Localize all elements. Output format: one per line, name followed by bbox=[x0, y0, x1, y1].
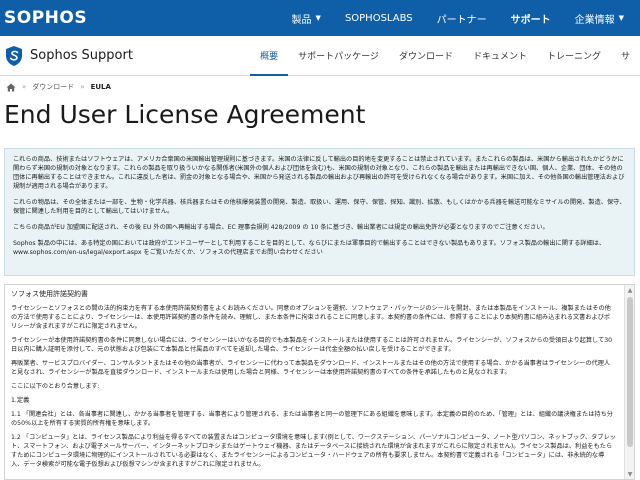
scroll-down-arrow-icon[interactable]: ▼ bbox=[626, 471, 634, 479]
tab-support-packages[interactable]: サポートパッケージ bbox=[288, 36, 389, 76]
nav-partners-label: パートナー bbox=[436, 14, 487, 26]
notice-paragraph: こちらの商品がEU 加盟国に配送され、その後 EU 外の国へ再輸出する場合、EC… bbox=[13, 224, 549, 231]
nav-company-label: 企業情報 bbox=[574, 14, 615, 26]
agreement-paragraph: 1.定義 bbox=[11, 397, 30, 404]
nav-products[interactable]: 製品 ▼ bbox=[280, 0, 333, 36]
top-navigation-bar: SOPHOS 製品 ▼ SOPHOSLABS パートナー サポート 企業情報 ▼ bbox=[0, 0, 640, 36]
agreement-paragraph: ライセンシーとソフォスとの間の法的拘束力を有する本使用許諾契約書をよくお読みくだ… bbox=[11, 305, 611, 330]
tab-training[interactable]: トレーニング bbox=[537, 36, 611, 76]
notice-paragraph: これらの商品、技術またはソフトウェアは、アメリカ合衆国の米国輸出管理規則に基づき… bbox=[13, 156, 625, 190]
breadcrumb-separator: » bbox=[22, 83, 27, 91]
tab-downloads[interactable]: ダウンロード bbox=[389, 36, 463, 76]
top-nav: 製品 ▼ SOPHOSLABS パートナー サポート 企業情報 ▼ bbox=[280, 0, 636, 36]
agreement-paragraph: 1.2 「コンピュータ」とは、ライセンス製品により利益を得るすべての装置またはコ… bbox=[11, 434, 616, 468]
breadcrumb-downloads[interactable]: ダウンロード bbox=[32, 82, 74, 92]
support-title[interactable]: Sophos Support bbox=[30, 48, 133, 63]
agreement-paragraph: 再販業者、サービスプロバイダー、コンサルタントまたはその他の当事者が、ライセンシ… bbox=[11, 360, 611, 376]
chevron-down-icon: ▼ bbox=[315, 14, 321, 22]
support-subnav: 概要 サポートパッケージ ダウンロード ドキュメント トレーニング サ bbox=[250, 36, 640, 76]
agreement-paragraph: ライセンシーが本使用許諾契約書の条件に同意しない場合には、ライセンシーはいかなる… bbox=[11, 337, 613, 353]
nav-support[interactable]: サポート bbox=[499, 0, 563, 36]
sophos-logo[interactable]: SOPHOS bbox=[4, 8, 87, 28]
breadcrumb: » ダウンロード » EULA bbox=[6, 80, 111, 94]
tab-overview[interactable]: 概要 bbox=[250, 36, 289, 76]
notice-paragraph: これらの物品は、その全体または一部を、生物・化学兵器、核兵器またはその他核爆発装… bbox=[13, 199, 626, 215]
nav-products-label: 製品 bbox=[291, 14, 312, 26]
sophos-shield-icon[interactable] bbox=[5, 45, 23, 67]
page-title: End User License Agreement bbox=[4, 100, 366, 129]
chevron-down-icon: ▼ bbox=[618, 14, 624, 22]
agreement-paragraph: 1.1 「関連会社」とは、各当事者に関連し、かかる当事者を管理する、当事者により… bbox=[11, 411, 613, 427]
agreement-content: ソフォス使用許諾契約書 ライセンシーとソフォスとの間の法的拘束力を有する本使用許… bbox=[5, 285, 634, 469]
agreement-text-box[interactable]: ソフォス使用許諾契約書 ライセンシーとソフォスとの間の法的拘束力を有する本使用許… bbox=[4, 284, 635, 480]
tab-documentation[interactable]: ドキュメント bbox=[463, 36, 537, 76]
breadcrumb-eula: EULA bbox=[90, 83, 111, 91]
nav-support-label: サポート bbox=[510, 14, 551, 26]
home-icon[interactable] bbox=[6, 83, 16, 92]
nav-sophoslabs[interactable]: SOPHOSLABS bbox=[333, 0, 425, 36]
tab-more[interactable]: サ bbox=[611, 36, 640, 76]
agreement-heading: ソフォス使用許諾契約書 bbox=[11, 290, 88, 298]
nav-sophoslabs-label: SOPHOSLABS bbox=[344, 12, 413, 24]
scroll-up-arrow-icon[interactable]: ▲ bbox=[626, 287, 634, 295]
notice-paragraph: Sophos 製品の中には、ある特定の国においては政府がエンドユーザーとして利用… bbox=[13, 240, 606, 256]
scroll-thumb[interactable] bbox=[627, 297, 633, 447]
nav-partners[interactable]: パートナー bbox=[425, 0, 499, 36]
support-header: Sophos Support 概要 サポートパッケージ ダウンロード ドキュメン… bbox=[0, 36, 640, 76]
breadcrumb-separator: » bbox=[80, 83, 85, 91]
export-notice-box: これらの商品、技術またはソフトウェアは、アメリカ合衆国の米国輸出管理規則に基づき… bbox=[4, 148, 635, 276]
agreement-paragraph: ここに以下のとおり合意します: bbox=[11, 383, 100, 390]
agreement-scrollbar[interactable]: ▲ ▼ bbox=[624, 285, 634, 479]
nav-company[interactable]: 企業情報 ▼ bbox=[563, 0, 636, 36]
